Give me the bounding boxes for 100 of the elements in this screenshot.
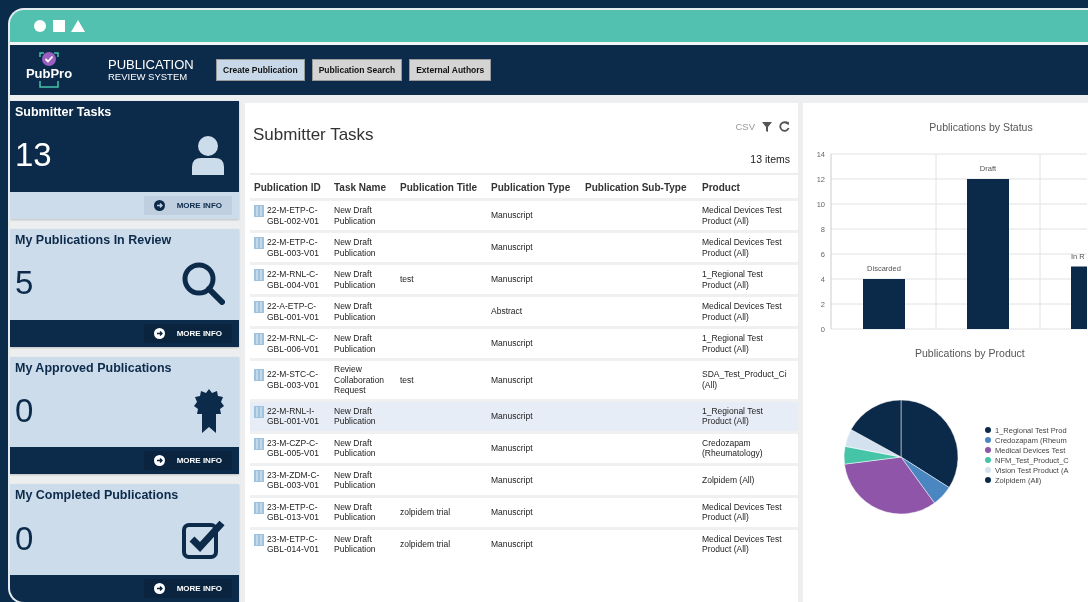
summary-card[interactable]: My Publications In Review 5 MORE INFO: [10, 228, 239, 347]
table-row[interactable]: 22-A-ETP-C-GBL-001-V01 New Draft Publication Abstract Medical Devices Test Product (All): [250, 295, 798, 328]
table-row[interactable]: 22-M-ETP-C-GBL-003-V01 New Draft Publication Manuscript Medical Devices Test Product (All): [250, 231, 798, 264]
table-cell: Medical Devices Test Product (All): [702, 301, 782, 322]
table-cell: New Draft Publication: [334, 437, 376, 458]
table-cell-text: 23-M-CZP-C-GBL-005-V01: [267, 437, 320, 459]
card-title: My Approved Publications: [15, 360, 173, 375]
table-row[interactable]: 23-M-ZDM-C-GBL-003-V01 New Draft Publication Manuscript Zolpidem (All): [250, 464, 798, 496]
summary-card[interactable]: My Approved Publications 0 MORE INFO: [10, 356, 239, 475]
table-cell: Manuscript: [491, 338, 533, 349]
table-cell: Manuscript: [491, 274, 533, 285]
more-info-link[interactable]: MORE INFO: [143, 323, 232, 343]
table-cell-text: 22-M-RNL-I-GBL-001-V01: [267, 405, 320, 427]
table-cell-text: 22-M-RNL-C-GBL-006-V01: [267, 333, 320, 354]
table-row[interactable]: 22-M-RNL-C-GBL-006-V01 New Draft Publication Manuscript 1_Regional Test Product (All): [250, 327, 798, 360]
refresh-icon[interactable]: [779, 121, 790, 132]
document-icon[interactable]: [254, 301, 264, 313]
document-icon[interactable]: [254, 469, 264, 482]
more-info-link[interactable]: MORE INFO: [143, 451, 232, 471]
logo-text: PubPro: [25, 67, 73, 81]
table-cell: New Draft Publication: [334, 237, 376, 258]
document-icon[interactable]: [254, 533, 264, 546]
document-icon[interactable]: [254, 405, 264, 418]
chart-title: Publications by Status: [929, 121, 1033, 133]
table-cell: Manuscript: [491, 410, 533, 421]
bar: [863, 279, 905, 329]
summary-card[interactable]: My Completed Publications 0 MORE INFO: [10, 484, 239, 602]
table-cell: Manuscript: [491, 442, 533, 453]
table-cell-text: 22-M-ETP-C-GBL-002-V01: [267, 205, 320, 226]
document-icon[interactable]: [254, 437, 264, 450]
more-info-link[interactable]: MORE INFO: [143, 195, 232, 215]
card-count: 5: [15, 264, 34, 303]
card-title: My Publications In Review: [15, 232, 173, 247]
card-title: My Completed Publications: [15, 488, 180, 503]
summary-card[interactable]: Submitter Tasks 13 MORE INFO: [10, 101, 239, 219]
arrow-circle-icon: [153, 583, 165, 594]
more-info-link[interactable]: MORE INFO: [143, 579, 232, 598]
document-icon[interactable]: [254, 237, 264, 249]
table-cell: Manuscript: [491, 538, 533, 549]
table-row[interactable]: 22-M-ETP-C-GBL-002-V01 New Draft Publication Manuscript Medical Devices Test Product (All): [250, 199, 798, 232]
table-cell: 1_Regional Test Product (All): [702, 333, 763, 354]
column-header[interactable]: Task Name: [330, 174, 396, 200]
table-cell: New Draft Publication: [334, 469, 376, 490]
table-cell: New Draft Publication: [334, 533, 376, 554]
table-cell: Medical Devices Test Product (All): [702, 533, 782, 554]
table-cell: Manuscript: [491, 374, 533, 385]
table-cell: New Draft Publication: [334, 501, 376, 522]
table-cell: New Draft Publication: [334, 205, 376, 226]
column-header[interactable]: Publication Title: [396, 174, 487, 200]
card-title: Submitter Tasks: [15, 105, 113, 119]
table-cell: New Draft Publication: [334, 333, 376, 354]
table-row[interactable]: 23-M-ETP-C-GBL-013-V01 New Draft Publication zolpidem trial Manuscript Medical Devices Test Product (All): [250, 496, 798, 528]
table-cell-text: 23-M-ETP-C-GBL-013-V01: [267, 501, 320, 523]
table-cell: Review Collaboration Request: [334, 364, 385, 395]
table-cell: New Draft Publication: [334, 301, 376, 322]
table-cell: Zolpidem (All): [702, 474, 755, 485]
search-icon: [181, 261, 225, 306]
nav-button[interactable]: Create Publication: [216, 59, 305, 81]
table-cell-text: 22-M-STC-C-GBL-003-V01: [267, 369, 320, 391]
table-row[interactable]: 23-M-CZP-C-GBL-005-V01 New Draft Publication Manuscript Credozapam (Rheumatology): [250, 432, 798, 464]
table-cell: New Draft Publication: [334, 405, 376, 426]
table-cell-text: 22-M-RNL-C-GBL-004-V01: [267, 269, 320, 290]
document-icon[interactable]: [254, 269, 264, 281]
arrow-circle-icon: [153, 455, 165, 467]
document-icon[interactable]: [254, 501, 264, 514]
table-cell: Abstract: [491, 306, 523, 317]
document-icon[interactable]: [254, 205, 264, 217]
nav-button[interactable]: Publication Search: [311, 59, 403, 81]
item-count: 13 items: [750, 153, 790, 165]
table-cell-text: 23-M-ETP-C-GBL-014-V01: [267, 533, 320, 555]
table-cell: Manuscript: [491, 210, 533, 221]
card-count: 0: [15, 519, 34, 558]
document-icon[interactable]: [254, 333, 264, 345]
nav-button[interactable]: External Authors: [409, 59, 492, 81]
filter-icon[interactable]: [762, 121, 772, 132]
document-icon[interactable]: [254, 369, 264, 382]
table-cell: New Draft Publication: [334, 269, 376, 290]
table-row[interactable]: 23-M-ETP-C-GBL-014-V01 New Draft Publication zolpidem trial Manuscript Medical Devices Test Product (All): [250, 528, 798, 559]
table-cell: test: [400, 274, 414, 285]
arrow-circle-icon: [153, 327, 165, 339]
table-cell: 1_Regional Test Product (All): [702, 405, 763, 426]
table-row[interactable]: 22-M-RNL-C-GBL-004-V01 New Draft Publication test Manuscript 1_Regional Test Product (All): [250, 263, 798, 296]
table-row[interactable]: 22-M-RNL-I-GBL-001-V01 New Draft Publication Manuscript 1_Regional Test Product (All): [250, 400, 798, 432]
table-cell: SDA_Test_Product_Ci (All): [702, 369, 787, 390]
bracket-icon: [36, 81, 62, 89]
table-cell: Medical Devices Test Product (All): [702, 501, 782, 522]
logo-icon: [39, 51, 59, 67]
app-subtitle: REVIEW SYSTEM: [108, 71, 189, 82]
table-cell: test: [400, 374, 414, 385]
table-cell: 1_Regional Test Product (All): [702, 269, 763, 290]
table-cell-text: 22-A-ETP-C-GBL-001-V01: [267, 301, 320, 322]
column-header[interactable]: Publication ID: [250, 174, 330, 200]
column-header[interactable]: Publication Sub-Type: [581, 174, 698, 200]
panel-title: Submitter Tasks: [253, 125, 374, 145]
table-cell-text: 22-M-ETP-C-GBL-003-V01: [267, 237, 320, 258]
person-icon: [191, 135, 225, 176]
chart-title: Publications by Product: [915, 347, 1026, 359]
column-header[interactable]: Publication Type: [487, 174, 581, 200]
table-cell: Medical Devices Test Product (All): [702, 237, 782, 258]
column-header[interactable]: Product: [698, 174, 798, 200]
